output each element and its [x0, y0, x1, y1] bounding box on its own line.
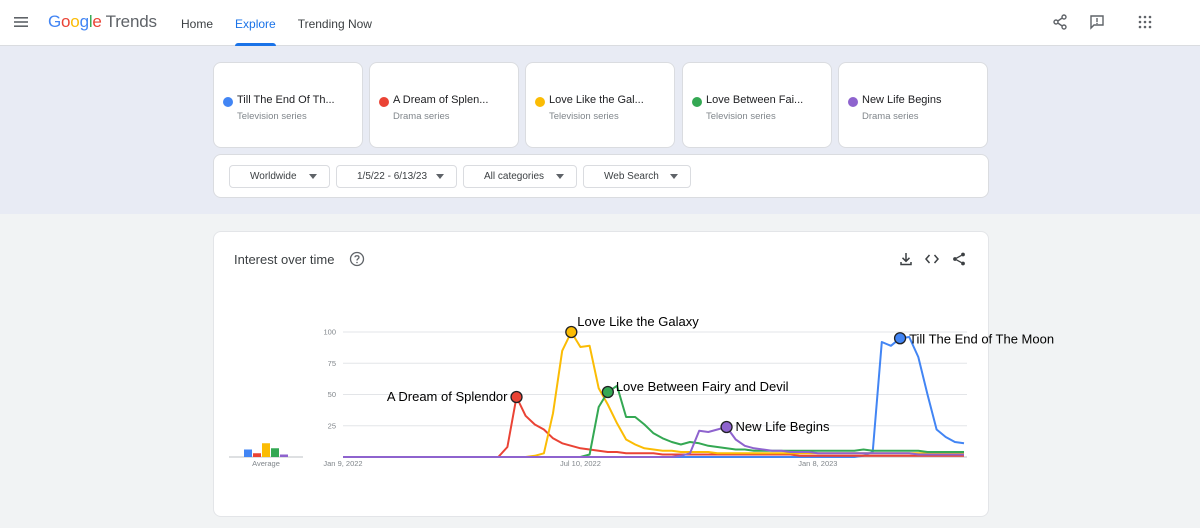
y-tick-label: 75 [328, 359, 336, 368]
series-line [343, 396, 964, 458]
interest-chart: 25 50 75 100 Jan 9, 2022 Jul 10, 2022 Jan 8, 2… [229, 314, 1054, 468]
annotation-label: Till The End of The Moon [909, 331, 1054, 346]
annotation-marker [510, 390, 523, 404]
annotation-label: New Life Begins [736, 419, 830, 434]
annotation-marker [893, 332, 907, 345]
annotation-label: Love Like the Galaxy [577, 314, 699, 329]
annotation-label: A Dream of Splendor [387, 389, 508, 404]
x-tick-label: Jan 8, 2023 [798, 459, 837, 468]
y-tick-label: 100 [323, 328, 336, 337]
average-bar [280, 454, 288, 457]
average-bar [244, 449, 252, 457]
average-bar [271, 448, 279, 457]
annotation-marker [720, 420, 733, 434]
x-tick-label: Jul 10, 2022 [560, 459, 601, 468]
y-tick-label: 25 [328, 421, 336, 430]
annotation-label: Love Between Fairy and Devil [616, 379, 789, 394]
average-label: Average [252, 459, 280, 468]
x-tick-label: Jan 9, 2022 [323, 459, 362, 468]
average-bar [253, 453, 261, 457]
y-tick-label: 50 [328, 390, 336, 399]
annotation-marker [601, 385, 614, 399]
average-bar [262, 443, 270, 457]
annotation-marker [565, 325, 578, 339]
